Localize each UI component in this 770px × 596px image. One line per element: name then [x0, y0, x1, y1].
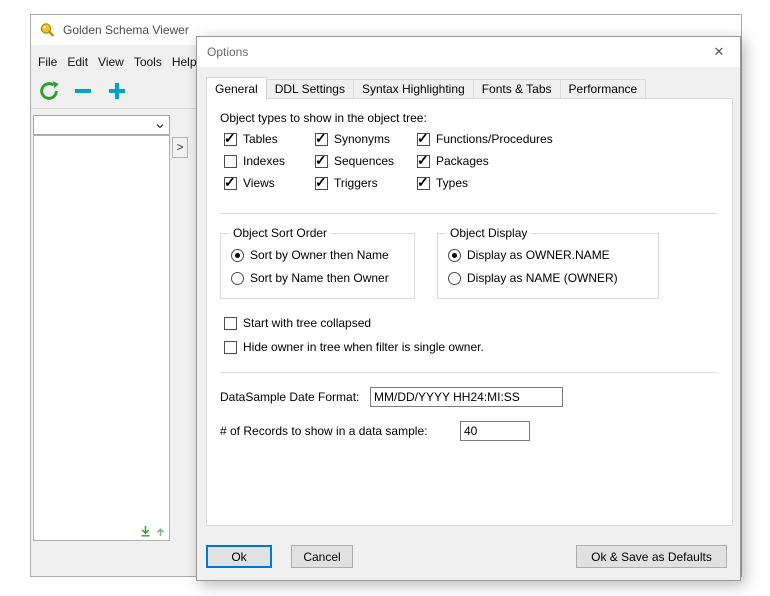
- options-dialog: Options ✕ General DDL Settings Syntax Hi…: [196, 36, 741, 581]
- sort-order-group: Object Sort Order Sort by Owner then Nam…: [220, 226, 415, 299]
- dialog-title: Options: [207, 45, 249, 59]
- checkbox-label: Hide owner in tree when filter is single…: [243, 340, 484, 354]
- radio-circle: [231, 248, 244, 262]
- menu-edit[interactable]: Edit: [62, 51, 93, 73]
- checkbox-hide-owner[interactable]: Hide owner in tree when filter is single…: [224, 340, 484, 354]
- move-up-button[interactable]: [153, 524, 167, 538]
- checkbox-views[interactable]: Views: [224, 174, 275, 191]
- move-down-button[interactable]: [138, 524, 152, 538]
- checkbox-box: [417, 174, 430, 191]
- separator: [220, 213, 717, 214]
- expand-panel-button[interactable]: >: [172, 137, 188, 158]
- checkbox-label: Start with tree collapsed: [243, 316, 372, 330]
- date-format-input[interactable]: [370, 387, 563, 407]
- radio-label: Display as NAME (OWNER): [467, 271, 618, 285]
- checkbox-label: Packages: [436, 154, 489, 168]
- checkbox-functions-procedures[interactable]: Functions/Procedures: [417, 130, 553, 147]
- checkbox-box: [417, 130, 430, 147]
- menu-view[interactable]: View: [93, 51, 129, 73]
- chevron-down-icon: [156, 124, 164, 129]
- menubar: File Edit View Tools Help: [33, 51, 202, 73]
- records-count-input[interactable]: [460, 421, 530, 441]
- radio-display-owner-name[interactable]: Display as OWNER.NAME: [448, 248, 610, 262]
- radio-display-name-owner[interactable]: Display as NAME (OWNER): [448, 271, 618, 285]
- checkbox-label: Views: [243, 176, 275, 190]
- checkbox-label: Types: [436, 176, 469, 190]
- radio-circle: [448, 248, 461, 262]
- checkbox-indexes[interactable]: Indexes: [224, 154, 285, 168]
- sort-order-group-title: Object Sort Order: [229, 226, 332, 240]
- dialog-titlebar[interactable]: Options ✕: [197, 37, 740, 67]
- save-defaults-button[interactable]: Ok & Save as Defaults: [576, 545, 727, 568]
- checkbox-triggers[interactable]: Triggers: [315, 174, 378, 191]
- refresh-icon: [40, 81, 59, 100]
- radio-sort-owner-then-name[interactable]: Sort by Owner then Name: [231, 248, 389, 262]
- tab-bar: General DDL Settings Syntax Highlighting…: [206, 76, 647, 100]
- checkbox-box: [417, 152, 430, 169]
- general-tab-panel: Object types to show in the object tree:…: [206, 98, 733, 526]
- radio-label: Display as OWNER.NAME: [467, 248, 610, 262]
- object-types-label: Object types to show in the object tree:: [220, 111, 427, 125]
- close-icon: ✕: [713, 44, 725, 59]
- checkbox-box: [224, 316, 237, 330]
- refresh-button[interactable]: [37, 79, 61, 103]
- checkbox-sequences[interactable]: Sequences: [315, 152, 395, 169]
- radio-label: Sort by Name then Owner: [250, 271, 389, 285]
- schema-filter-dropdown[interactable]: [33, 115, 170, 135]
- object-display-group-title: Object Display: [446, 226, 532, 240]
- checkbox-label: Triggers: [334, 176, 378, 190]
- checkbox-box: [224, 340, 237, 354]
- checkbox-box: [224, 174, 237, 191]
- menu-file[interactable]: File: [33, 51, 62, 73]
- object-tree[interactable]: [33, 135, 170, 541]
- app-icon: [40, 23, 54, 37]
- checkbox-box: [315, 152, 328, 169]
- checkbox-label: Indexes: [243, 154, 286, 168]
- plus-icon: [109, 83, 125, 99]
- checkbox-label: Functions/Procedures: [436, 132, 553, 146]
- arrow-down-icon: [141, 526, 149, 537]
- checkbox-label: Synonyms: [334, 132, 391, 146]
- checkbox-box: [224, 154, 237, 168]
- checkbox-packages[interactable]: Packages: [417, 152, 489, 169]
- checkbox-box: [315, 130, 328, 147]
- arrow-up-icon: [156, 528, 164, 536]
- ok-button[interactable]: Ok: [206, 545, 272, 568]
- remove-button[interactable]: [71, 79, 95, 103]
- radio-label: Sort by Owner then Name: [250, 248, 389, 262]
- tab-general[interactable]: General: [206, 77, 267, 100]
- checkbox-label: Tables: [243, 132, 278, 146]
- checkbox-synonyms[interactable]: Synonyms: [315, 130, 391, 147]
- radio-circle: [448, 271, 461, 285]
- checkbox-start-collapsed[interactable]: Start with tree collapsed: [224, 316, 371, 330]
- radio-circle: [231, 271, 244, 285]
- tab-fonts-tabs[interactable]: Fonts & Tabs: [472, 79, 561, 98]
- cancel-button[interactable]: Cancel: [291, 545, 353, 568]
- radio-sort-name-then-owner[interactable]: Sort by Name then Owner: [231, 271, 389, 285]
- checkbox-tables[interactable]: Tables: [224, 130, 278, 147]
- checkbox-box: [224, 130, 237, 147]
- checkbox-label: Sequences: [334, 154, 395, 168]
- add-button[interactable]: [105, 79, 129, 103]
- tab-performance[interactable]: Performance: [559, 79, 647, 98]
- minus-icon: [75, 89, 91, 93]
- checkbox-box: [315, 174, 328, 191]
- tab-ddl-settings[interactable]: DDL Settings: [265, 79, 354, 98]
- window-title: Golden Schema Viewer: [63, 23, 189, 37]
- menu-tools[interactable]: Tools: [129, 51, 167, 73]
- checkbox-types[interactable]: Types: [417, 174, 469, 191]
- separator: [220, 372, 717, 373]
- tree-sort-buttons: [138, 524, 167, 538]
- date-format-label: DataSample Date Format:: [220, 390, 360, 404]
- records-count-label: # of Records to show in a data sample:: [220, 424, 428, 438]
- tab-syntax-highlighting[interactable]: Syntax Highlighting: [352, 79, 474, 98]
- object-display-group: Object Display Display as OWNER.NAME Dis…: [437, 226, 659, 299]
- close-button[interactable]: ✕: [710, 44, 728, 60]
